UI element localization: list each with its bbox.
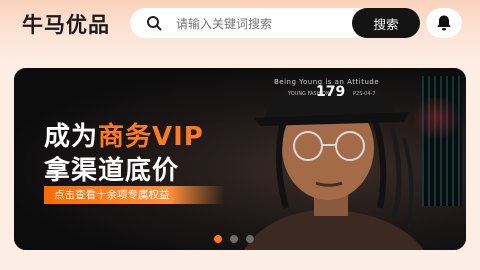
search-button[interactable]: 搜索 — [352, 8, 420, 38]
search-icon — [147, 16, 162, 31]
app-logo[interactable]: 牛马优品 — [22, 9, 110, 39]
overlay-number: 179 — [316, 84, 346, 100]
banner-headline-line1: 成为商务VIP — [44, 116, 204, 153]
search-input[interactable] — [174, 8, 348, 40]
carousel-dot[interactable] — [214, 235, 222, 243]
neon-light-decoration — [422, 76, 462, 206]
bell-icon — [437, 15, 451, 31]
promo-banner[interactable]: Being Young is an Attitude YOUNG FASHION… — [14, 68, 466, 250]
banner-headline-line2: 拿渠道底价 — [44, 156, 180, 186]
search-bar[interactable]: 搜索 — [130, 8, 420, 40]
carousel-indicator — [214, 235, 254, 243]
banner-cta[interactable]: 点击查看十余项专属权益 — [44, 186, 224, 204]
carousel-dot[interactable] — [246, 235, 254, 243]
headline-accent: 商务VIP — [98, 122, 204, 152]
overlay-small-right: P2S-04-7 — [353, 91, 376, 97]
headline-prefix: 成为 — [44, 122, 99, 152]
notification-button[interactable] — [426, 8, 462, 38]
carousel-dot[interactable] — [230, 235, 238, 243]
